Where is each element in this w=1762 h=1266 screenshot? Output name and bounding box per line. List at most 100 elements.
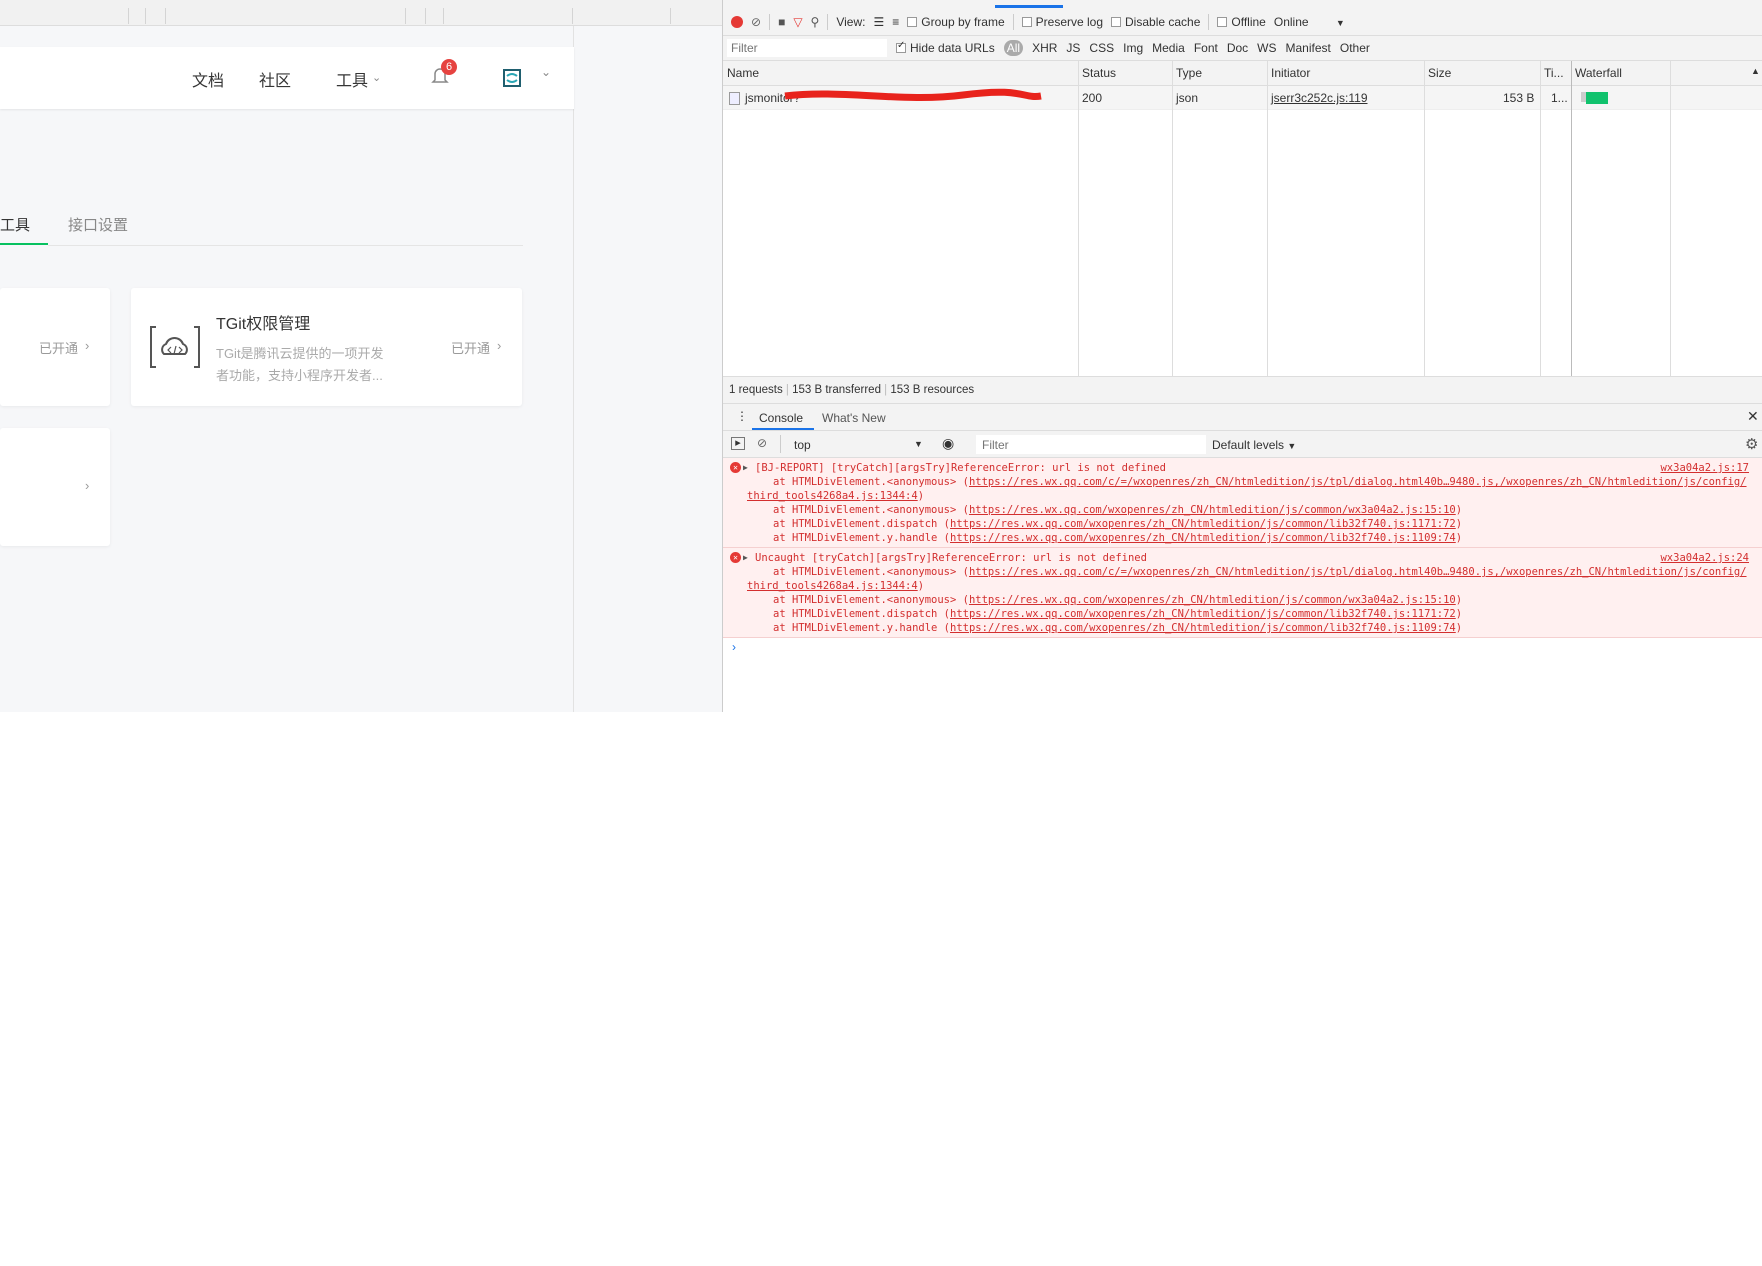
requests-table: Name Status Type Initiator Size Ti... Wa… (723, 61, 1762, 376)
clear-console-icon[interactable]: ⊘ (757, 436, 767, 450)
account-avatar-icon[interactable] (503, 69, 521, 87)
devtools-panel: ⊘ ■ ▽ ⚲ View: ☰ ≡ Group by frame Preserve… (722, 0, 1762, 712)
filter-icon[interactable]: ▽ (793, 15, 802, 29)
error-text: Uncaught [tryCatch][argsTry]ReferenceErr… (755, 552, 1147, 564)
browser-strip (0, 0, 722, 26)
type-filter-ws[interactable]: WS (1257, 41, 1276, 55)
view-label: View: (836, 14, 866, 29)
expand-triangle-icon[interactable]: ▶ (743, 551, 748, 565)
clear-icon[interactable]: ⊘ (751, 15, 761, 29)
tabs-divider (48, 245, 523, 246)
more-menu-icon[interactable]: ⋮ (736, 409, 748, 423)
console-error-message[interactable]: ✕ ▶ [BJ-REPORT] [tryCatch][argsTry]Referen… (723, 458, 1762, 548)
col-size[interactable]: Size (1428, 66, 1451, 80)
col-waterfall[interactable]: Waterfall (1575, 66, 1622, 80)
sidebar-toggle-icon[interactable]: ▸ (731, 437, 745, 450)
stack-frame-link[interactable]: https://res.wx.qq.com/wxopenres/zh_CN/ht… (950, 608, 1456, 620)
stack-frame: at HTMLDivElement.<anonymous> (https://r… (773, 504, 1463, 516)
nav-tools[interactable]: 工具 (336, 67, 368, 91)
error-source-link[interactable]: wx3a04a2.js:17 (1660, 461, 1749, 475)
type-filter-js[interactable]: JS (1066, 41, 1080, 55)
col-name[interactable]: Name (727, 66, 759, 80)
card-description-2: 者功能，支持小程序开发者... (216, 368, 383, 383)
console-prompt-icon[interactable]: › (732, 640, 736, 654)
request-time: 1... (1551, 91, 1568, 105)
record-icon[interactable] (731, 15, 743, 28)
nav-docs[interactable]: 文档 (192, 67, 224, 91)
tab-api-settings[interactable]: 接口设置 (68, 214, 128, 235)
stack-frame-link[interactable]: https://res.wx.qq.com/wxopenres/zh_CN/ht… (969, 504, 1456, 516)
col-time[interactable]: Ti... (1544, 66, 1564, 80)
type-filter-xhr[interactable]: XHR (1032, 41, 1057, 55)
type-filter-other[interactable]: Other (1340, 41, 1370, 55)
stack-frame: at HTMLDivElement.y.handle (https://res.… (773, 532, 1463, 544)
tab-console[interactable]: Console (759, 411, 803, 425)
type-filter-all[interactable]: All (1003, 40, 1024, 56)
waterfall-bar (1586, 92, 1608, 104)
request-status: 200 (1082, 91, 1103, 105)
tab-whats-new[interactable]: What's New (822, 411, 886, 425)
sort-icon[interactable]: ▲ (1751, 66, 1760, 76)
type-filter-font[interactable]: Font (1194, 41, 1218, 55)
network-filter-input[interactable] (727, 39, 887, 57)
chevron-right-icon: › (85, 478, 90, 493)
card-status: 已开通 (39, 341, 79, 356)
disable-cache-checkbox[interactable]: Disable cache (1111, 15, 1200, 29)
preserve-log-checkbox[interactable]: Preserve log (1021, 15, 1103, 29)
col-status[interactable]: Status (1082, 66, 1116, 80)
nav-community[interactable]: 社区 (259, 67, 291, 91)
filter-bar: Hide data URLs All XHR JS CSS Img Media … (723, 36, 1762, 61)
error-text: [BJ-REPORT] [tryCatch][argsTry]Reference… (755, 462, 1166, 474)
col-initiator[interactable]: Initiator (1271, 66, 1310, 80)
cloud-code-icon (150, 326, 200, 368)
log-levels-select[interactable]: Default levels ▼ (1212, 438, 1296, 452)
type-filter-doc[interactable]: Doc (1227, 41, 1248, 55)
expand-triangle-icon[interactable]: ▶ (743, 461, 748, 475)
tgit-card[interactable]: TGit权限管理 TGit是腾讯云提供的一项开发 者功能，支持小程序开发者...… (131, 288, 522, 406)
tab-tools[interactable]: 工具 (0, 214, 30, 235)
throttle-select[interactable]: Online ▼ (1274, 15, 1345, 29)
close-drawer-icon[interactable]: ✕ (1747, 408, 1759, 425)
error-source-link[interactable]: wx3a04a2.js:24 (1660, 551, 1749, 565)
stack-frame: at HTMLDivElement.dispatch (https://res.… (773, 518, 1463, 530)
console-toolbar: ▸ ⊘ top ▼ ◉ Default levels ▼ ⚙ (723, 431, 1762, 458)
type-filter-img[interactable]: Img (1123, 41, 1143, 55)
type-filter-manifest[interactable]: Manifest (1286, 41, 1331, 55)
service-card[interactable]: › (0, 428, 110, 546)
account-chevron-icon[interactable]: ⌄ (541, 65, 551, 79)
card-description-1: TGit是腾讯云提供的一项开发 (216, 346, 384, 361)
type-filter-media[interactable]: Media (1152, 41, 1185, 55)
eye-icon[interactable]: ◉ (942, 435, 954, 452)
waterfall-view-icon[interactable]: ≡ (892, 15, 899, 29)
screenshot-icon[interactable]: ■ (778, 15, 785, 29)
stack-frame-link[interactable]: https://res.wx.qq.com/wxopenres/zh_CN/ht… (950, 622, 1456, 634)
drawer-tabs: ⋮ Console What's New ✕ (723, 404, 1762, 431)
active-tab-indicator (0, 243, 48, 245)
service-card[interactable]: 已开通 › (0, 288, 110, 406)
console-filter-input[interactable] (976, 435, 1206, 454)
stack-frame-link[interactable]: https://res.wx.qq.com/wxopenres/zh_CN/ht… (969, 594, 1456, 606)
file-icon (729, 92, 740, 105)
stack-frame: at HTMLDivElement.<anonymous> (https://r… (747, 476, 1747, 502)
context-select[interactable]: top (794, 438, 811, 452)
settings-gear-icon[interactable]: ⚙ (1745, 435, 1758, 453)
group-by-frame-checkbox[interactable]: Group by frame (907, 15, 1005, 29)
col-type[interactable]: Type (1176, 66, 1202, 80)
offline-checkbox[interactable]: Offline (1217, 15, 1266, 29)
chevron-down-icon[interactable]: ⌄ (372, 71, 381, 84)
network-summary: 1 requests | 153 B transferred | 153 B r… (723, 376, 1762, 404)
stack-frame: at HTMLDivElement.<anonymous> (https://r… (747, 566, 1747, 592)
list-view-icon[interactable]: ☰ (873, 15, 884, 29)
stack-frame: at HTMLDivElement.dispatch (https://res.… (773, 608, 1463, 620)
search-icon[interactable]: ⚲ (811, 15, 820, 29)
card-status: 已开通 (451, 341, 491, 356)
request-type: json (1176, 91, 1199, 105)
stack-frame-link[interactable]: https://res.wx.qq.com/wxopenres/zh_CN/ht… (950, 532, 1456, 544)
context-dropdown-icon[interactable]: ▼ (914, 439, 923, 449)
type-filter-css[interactable]: CSS (1089, 41, 1114, 55)
request-initiator-link[interactable]: jserr3c252c.js:119 (1271, 91, 1368, 105)
hide-data-urls-checkbox[interactable]: Hide data URLs (896, 40, 995, 55)
console-error-message[interactable]: ✕ ▶ Uncaught [tryCatch][argsTry]ReferenceE… (723, 548, 1762, 638)
stack-frame-link[interactable]: https://res.wx.qq.com/wxopenres/zh_CN/ht… (950, 518, 1456, 530)
error-icon: ✕ (730, 552, 741, 563)
